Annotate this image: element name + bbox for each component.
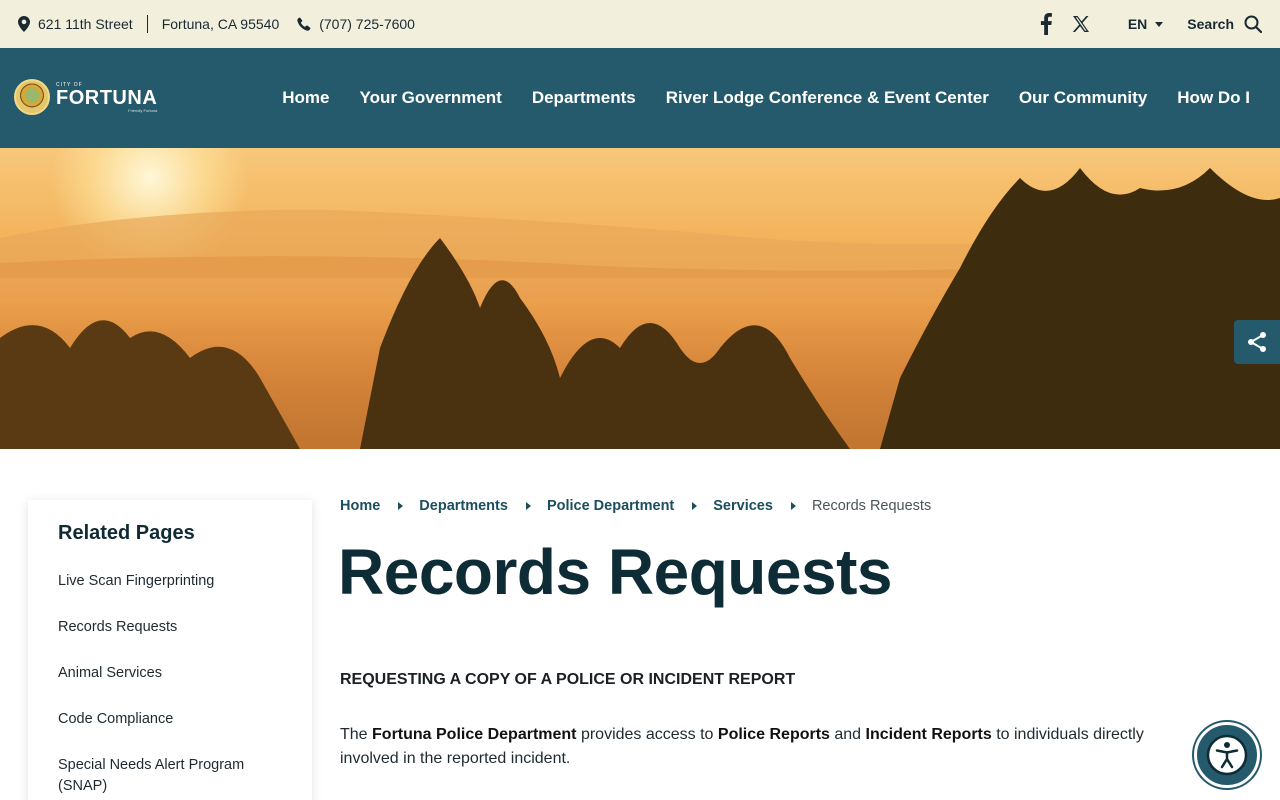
para-text: and bbox=[829, 726, 866, 743]
related-pages-panel: Related Pages Live Scan Fingerprinting R… bbox=[28, 500, 312, 800]
share-button[interactable] bbox=[1234, 320, 1280, 364]
breadcrumb: Home Departments Police Department Servi… bbox=[340, 498, 931, 514]
breadcrumb-services[interactable]: Services bbox=[713, 498, 773, 514]
hero-image bbox=[0, 148, 1280, 449]
intro-paragraph: The Fortuna Police Department provides a… bbox=[340, 723, 1200, 771]
breadcrumb-arrow-icon bbox=[692, 502, 698, 510]
sidebar-title: Related Pages bbox=[58, 522, 195, 544]
phone-link[interactable]: (707) 725-7600 bbox=[279, 16, 415, 32]
search-icon bbox=[1244, 15, 1262, 33]
breadcrumb-police-department[interactable]: Police Department bbox=[547, 498, 674, 514]
utility-actions: EN Search bbox=[1040, 0, 1280, 48]
sidebar-item-live-scan[interactable]: Live Scan Fingerprinting bbox=[58, 571, 282, 592]
accessibility-icon bbox=[1206, 734, 1248, 776]
breadcrumb-arrow-icon bbox=[525, 502, 531, 510]
page-title: Records Requests bbox=[338, 536, 892, 608]
logo-tagline: Friendly Fortuna bbox=[128, 107, 158, 113]
accessibility-button[interactable] bbox=[1194, 722, 1260, 788]
breadcrumb-current: Records Requests bbox=[811, 498, 932, 514]
site-logo[interactable]: CITY OF FORTUNA Friendly Fortuna bbox=[14, 79, 157, 115]
sidebar-item-animal-services[interactable]: Animal Services bbox=[58, 663, 282, 684]
sidebar-item-snap[interactable]: Special Needs Alert Program (SNAP) bbox=[58, 755, 282, 797]
nav-item-home[interactable]: Home bbox=[282, 88, 329, 108]
para-text: The bbox=[340, 726, 373, 743]
nav-item-river-lodge[interactable]: River Lodge Conference & Event Center bbox=[666, 88, 989, 108]
section-heading: REQUESTING A COPY OF A POLICE OR INCIDEN… bbox=[340, 671, 796, 688]
address-city: Fortuna, CA 95540 bbox=[161, 16, 280, 32]
main-nav: CITY OF FORTUNA Friendly Fortuna Home Yo… bbox=[0, 48, 1280, 148]
nav-menu: Home Your Government Departments River L… bbox=[252, 48, 1250, 148]
sidebar-item-records-requests[interactable]: Records Requests bbox=[58, 617, 282, 638]
hero-trees bbox=[0, 168, 1280, 449]
x-twitter-icon[interactable] bbox=[1072, 15, 1090, 33]
divider bbox=[146, 15, 148, 33]
language-label: EN bbox=[1127, 16, 1148, 32]
address-street: 621 11th Street bbox=[38, 16, 133, 32]
share-icon bbox=[1248, 332, 1266, 352]
nav-item-how-do-i[interactable]: How Do I bbox=[1177, 88, 1250, 108]
breadcrumb-home[interactable]: Home bbox=[340, 498, 380, 514]
logo-wordmark: CITY OF FORTUNA Friendly Fortuna bbox=[56, 82, 157, 113]
para-bold: Fortuna Police Department bbox=[372, 726, 577, 743]
language-selector[interactable]: EN bbox=[1127, 16, 1164, 32]
nav-item-our-community[interactable]: Our Community bbox=[1019, 88, 1147, 108]
para-bold: Incident Reports bbox=[865, 726, 992, 743]
search-label: Search bbox=[1187, 16, 1234, 32]
sidebar-item-code-compliance[interactable]: Code Compliance bbox=[58, 709, 282, 730]
facebook-icon[interactable] bbox=[1040, 13, 1052, 35]
contact-info: 621 11th Street Fortuna, CA 95540 (707) … bbox=[0, 15, 415, 33]
chevron-down-icon bbox=[1155, 21, 1164, 27]
nav-item-your-government[interactable]: Your Government bbox=[360, 88, 502, 108]
breadcrumb-departments[interactable]: Departments bbox=[419, 498, 508, 514]
city-seal-icon bbox=[14, 79, 50, 115]
phone-number: (707) 725-7600 bbox=[319, 16, 415, 32]
logo-name: FORTUNA bbox=[56, 86, 158, 109]
map-pin-icon bbox=[18, 16, 30, 32]
utility-bar: 621 11th Street Fortuna, CA 95540 (707) … bbox=[0, 0, 1280, 48]
nav-item-departments[interactable]: Departments bbox=[532, 88, 636, 108]
search-button[interactable]: Search bbox=[1187, 15, 1262, 33]
related-pages-list: Live Scan Fingerprinting Records Request… bbox=[58, 571, 282, 797]
breadcrumb-arrow-icon bbox=[398, 502, 404, 510]
para-text: provides access to bbox=[576, 726, 718, 743]
phone-icon bbox=[297, 17, 311, 31]
breadcrumb-arrow-icon bbox=[790, 502, 796, 510]
para-bold: Police Reports bbox=[717, 726, 830, 743]
address[interactable]: 621 11th Street Fortuna, CA 95540 bbox=[18, 15, 279, 33]
